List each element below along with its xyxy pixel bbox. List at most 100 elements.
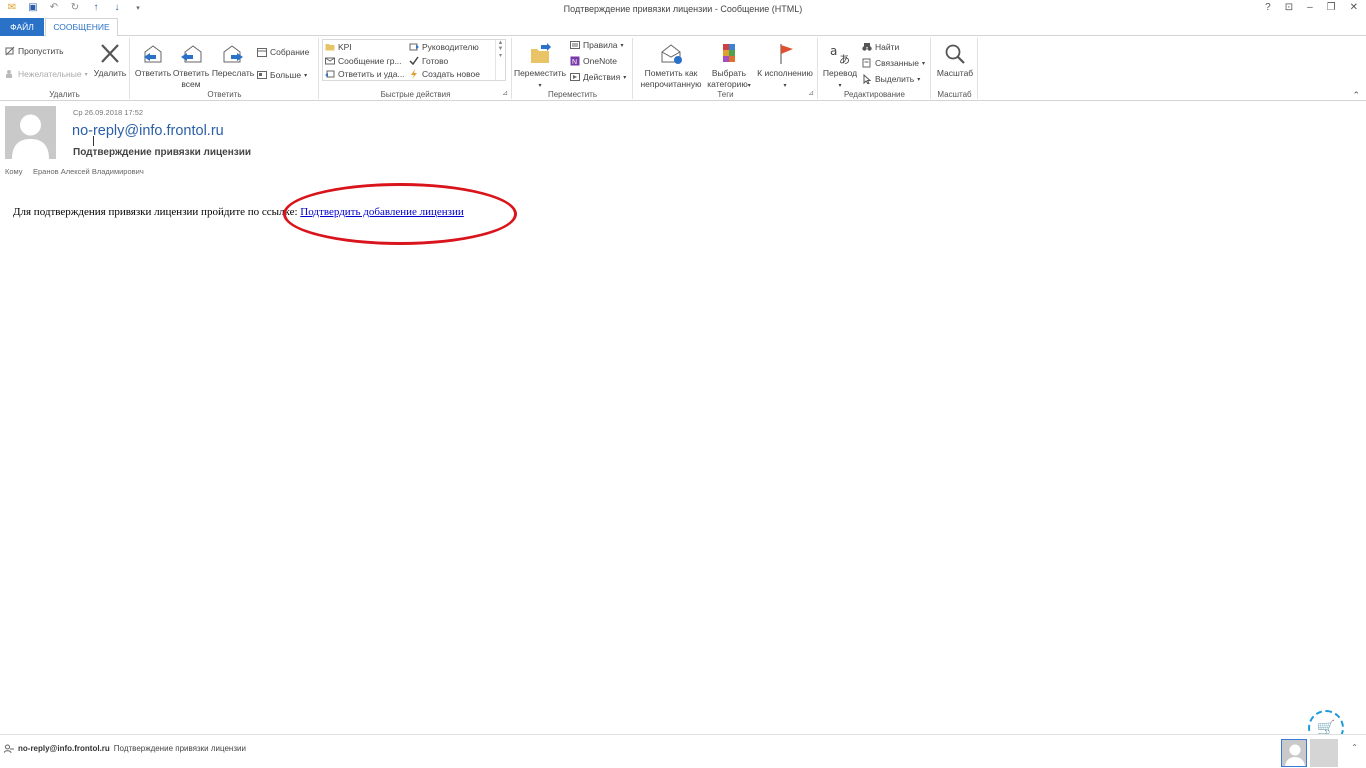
related-icon bbox=[862, 58, 871, 68]
ribbon: Пропустить Нежелательные ▾ Удалить Удалит… bbox=[0, 36, 1366, 101]
mark-unread-icon bbox=[661, 44, 682, 64]
body-text: Для подтверждения привязки лицензии прой… bbox=[13, 206, 301, 218]
folder-icon bbox=[325, 44, 335, 51]
quick-step-kpi[interactable]: KPI bbox=[325, 42, 352, 52]
quick-step-reply-delete[interactable]: Ответить и уда... bbox=[325, 69, 405, 79]
message-subject: Подтверждение привязки лицензии bbox=[73, 147, 252, 158]
move-button[interactable]: Переместить ▾ bbox=[513, 42, 567, 92]
zoom-button[interactable]: Масштаб bbox=[932, 42, 978, 79]
window-controls: ? ⊡ – ❐ ✕ bbox=[1265, 2, 1358, 13]
quick-step-team-email[interactable]: Сообщение гр... bbox=[325, 56, 402, 66]
quick-steps-gallery: KPI Сообщение гр... Ответить и уда... Ру… bbox=[322, 39, 506, 81]
title-bar: ✉ ▣ ↶ ↻ ↑ ↓ ▾ Подтверждение привязки лиц… bbox=[0, 0, 1366, 18]
reply-icon bbox=[144, 45, 162, 63]
ribbon-display-icon[interactable]: ⊡ bbox=[1285, 2, 1293, 13]
group-label-zoom: Масштаб bbox=[937, 90, 972, 99]
person-icon bbox=[1285, 744, 1305, 766]
collapse-ribbon-icon[interactable]: ⌃ bbox=[1352, 90, 1360, 101]
team-email-icon bbox=[325, 57, 335, 65]
message-recipient[interactable]: Еранов Алексей Владимирович bbox=[33, 167, 144, 176]
onenote-icon: N bbox=[570, 56, 580, 66]
group-label-delete: Удалить bbox=[49, 90, 80, 99]
to-label: Кому bbox=[5, 167, 23, 176]
checkmark-icon bbox=[409, 56, 419, 66]
followup-button[interactable]: К исполнению ▾ bbox=[754, 42, 816, 92]
mark-unread-button[interactable]: Пометить как непрочитанную bbox=[636, 42, 706, 90]
expand-people-pane-icon[interactable]: ⌃ bbox=[1351, 743, 1358, 752]
group-move: Переместить ▾ Правила ▾ N OneNote Действия… bbox=[513, 38, 633, 99]
meeting-button[interactable]: Собрание bbox=[257, 47, 309, 57]
categorize-icon bbox=[723, 44, 735, 62]
people-pane-bar: no-reply@info.frontol.ru Подтверждение п… bbox=[0, 734, 1366, 768]
restore-icon[interactable]: ❐ bbox=[1327, 2, 1336, 13]
tab-message[interactable]: СООБЩЕНИЕ bbox=[45, 18, 118, 37]
reply-all-button[interactable]: Ответить всем bbox=[171, 42, 211, 90]
group-reply: Ответить Ответить всем Переслать Собрани… bbox=[131, 38, 319, 99]
select-button[interactable]: Выделить ▾ bbox=[862, 74, 920, 84]
group-tags: Пометить как непрочитанную Выбрать катег… bbox=[634, 38, 818, 99]
onenote-button[interactable]: N OneNote bbox=[570, 56, 617, 66]
find-button[interactable]: Найти bbox=[862, 42, 899, 52]
sender-avatar bbox=[5, 106, 56, 159]
message-date: Ср 26.09.2018 17:52 bbox=[73, 108, 144, 117]
quick-step-to-manager[interactable]: Руководителю bbox=[409, 42, 479, 52]
person-icon bbox=[12, 114, 49, 159]
tab-file[interactable]: ФАЙЛ bbox=[0, 18, 44, 36]
more-button[interactable]: Больше ▾ bbox=[257, 70, 307, 80]
translate-button[interactable]: aあ Перевод ▾ bbox=[821, 42, 859, 92]
group-label-reply: Ответить bbox=[207, 90, 242, 99]
svg-text:a: a bbox=[830, 44, 837, 58]
to-manager-icon bbox=[409, 43, 419, 51]
ribbon-tabs: ФАЙЛ СООБЩЕНИЕ bbox=[0, 18, 1366, 37]
group-zoom: Масштаб Масштаб bbox=[932, 38, 978, 99]
junk-button[interactable]: Нежелательные ▾ bbox=[5, 69, 88, 79]
actions-icon bbox=[570, 73, 580, 81]
gallery-scrollbar[interactable]: ▲ ▼ ▾ bbox=[495, 40, 505, 80]
more-icon bbox=[257, 71, 267, 79]
window-title: Подтверждение привязки лицензии - Сообще… bbox=[563, 4, 803, 14]
quick-steps-launcher-icon[interactable]: ⊿ bbox=[502, 89, 508, 97]
ignore-button[interactable]: Пропустить bbox=[5, 46, 64, 56]
help-icon[interactable]: ? bbox=[1265, 2, 1271, 13]
categorize-button[interactable]: Выбрать категорию▾ bbox=[704, 42, 754, 92]
tags-launcher-icon[interactable]: ⊿ bbox=[808, 89, 814, 97]
flag-icon bbox=[780, 44, 793, 64]
close-icon[interactable]: ✕ bbox=[1350, 2, 1358, 13]
reply-button[interactable]: Ответить bbox=[133, 42, 173, 79]
highlight-ellipse bbox=[283, 183, 517, 245]
group-editing: aあ Перевод ▾ Найти Связанные ▾ Выделить ▾ Р… bbox=[819, 38, 931, 99]
quick-step-done[interactable]: Готово bbox=[409, 56, 448, 66]
group-label-tags: Теги bbox=[717, 90, 734, 99]
delete-button[interactable]: Удалить bbox=[92, 42, 128, 79]
text-cursor-icon bbox=[93, 136, 97, 146]
forward-icon bbox=[223, 45, 243, 63]
minimize-icon[interactable]: – bbox=[1307, 2, 1313, 13]
junk-icon bbox=[6, 70, 12, 78]
cursor-icon bbox=[863, 74, 872, 84]
group-label-editing: Редактирование bbox=[844, 90, 905, 99]
related-button[interactable]: Связанные ▾ bbox=[862, 58, 925, 68]
status-sender-info: no-reply@info.frontol.ru Подтверждение п… bbox=[4, 744, 246, 753]
move-folder-icon bbox=[531, 43, 551, 63]
status-sender: no-reply@info.frontol.ru bbox=[18, 744, 110, 753]
binoculars-icon bbox=[862, 43, 872, 51]
quick-step-create-new[interactable]: Создать новое bbox=[409, 69, 480, 79]
translate-icon: aあ bbox=[830, 44, 850, 66]
svg-text:あ: あ bbox=[839, 53, 850, 66]
rules-icon bbox=[570, 41, 580, 49]
meeting-icon bbox=[257, 48, 267, 57]
contact-icon bbox=[4, 744, 14, 753]
status-subject: Подтверждение привязки лицензии bbox=[113, 744, 246, 753]
actions-button[interactable]: Действия ▾ bbox=[570, 72, 626, 82]
forward-button[interactable]: Переслать bbox=[211, 42, 255, 79]
people-pane-avatar[interactable] bbox=[1281, 739, 1307, 767]
svg-text:N: N bbox=[572, 59, 577, 66]
reply-delete-icon bbox=[325, 70, 335, 78]
reply-all-icon bbox=[181, 45, 202, 63]
lightning-icon bbox=[411, 69, 417, 79]
people-pane-avatar-secondary[interactable] bbox=[1310, 739, 1338, 767]
rules-button[interactable]: Правила ▾ bbox=[570, 40, 624, 50]
group-label-quick-steps: Быстрые действия bbox=[380, 90, 451, 99]
delete-icon bbox=[101, 44, 119, 63]
ignore-icon bbox=[5, 46, 15, 56]
